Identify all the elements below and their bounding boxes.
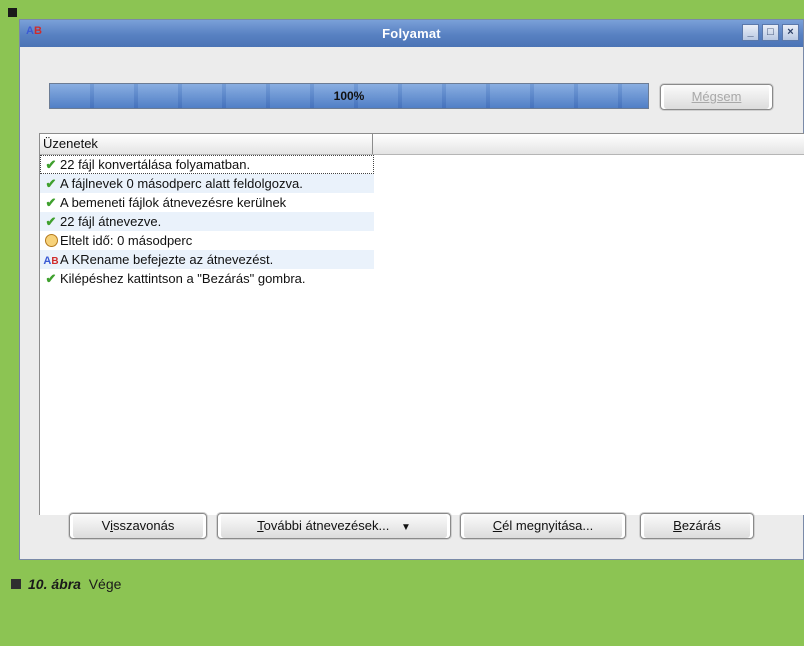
list-item-text: Eltelt idő: 0 másodperc (60, 233, 193, 248)
check-icon: ✔ (45, 271, 57, 286)
undo-label-pre: V (101, 518, 111, 533)
undo-label-post: sszavonás (112, 518, 175, 533)
list-item-text: Kilépéshez kattintson a "Bezárás" gombra… (60, 271, 306, 286)
caption-text: Vége (88, 576, 122, 592)
list-item-text: 22 fájl átnevezve. (60, 214, 162, 229)
list-item-text: A bemeneti fájlok átnevezésre kerülnek (60, 195, 287, 210)
progress-percent: 100% (333, 89, 365, 103)
list-item[interactable]: ABA KRename befejezte az átnevezést. (40, 250, 374, 269)
maximize-icon[interactable]: □ (762, 24, 779, 41)
close-label-post: ezárás (681, 518, 721, 533)
list-item-text: A KRename befejezte az átnevezést. (60, 252, 274, 267)
check-icon: ✔ (45, 157, 57, 172)
close-icon[interactable]: × (782, 24, 799, 41)
check-icon: ✔ (45, 214, 57, 229)
list-item[interactable]: ✔ 22 fájl átnevezve. (40, 212, 374, 231)
dropdown-arrow-icon: ▼ (400, 522, 411, 533)
close-label-key: B (673, 518, 682, 533)
undo-button[interactable]: Visszavonás (69, 513, 207, 539)
caption-marker (11, 579, 21, 589)
clock-icon (42, 231, 60, 252)
column-header-messages[interactable]: Üzenetek (40, 134, 373, 154)
title-bar[interactable]: AB Folyamat _ □ × (20, 20, 803, 47)
corner-marker (8, 8, 17, 17)
list-item[interactable]: ✔ A fájlnevek 0 másodperc alatt feldolgoz… (40, 174, 374, 193)
open-destination-button[interactable]: Cél megnyitása... (460, 513, 626, 539)
close-button[interactable]: Bezárás (640, 513, 754, 539)
list-item[interactable]: ✔ Kilépéshez kattintson a "Bezárás" gombr… (40, 269, 374, 288)
caption-label: 10. ábra (28, 576, 81, 592)
list-item[interactable]: ✔ 22 fájl konvertálása folyamatban. (40, 155, 374, 174)
list-item-text: A fájlnevek 0 másodperc alatt feldolgozv… (60, 176, 303, 191)
open-label-key: C (492, 518, 503, 533)
more-label-post: ovábbi átnevezések... (263, 518, 390, 533)
list-item[interactable]: ✔ A bemeneti fájlok átnevezésre kerülnek (40, 193, 374, 212)
progress-bar: 100% (49, 83, 649, 109)
check-icon: ✔ (45, 195, 57, 210)
minimize-icon[interactable]: _ (742, 24, 759, 41)
cancel-button[interactable]: Mégsem (660, 84, 773, 110)
messages-list[interactable]: Üzenetek ✔ 22 fájl konvertálása folyamatb… (39, 133, 804, 515)
open-label-post: él megnyitása... (502, 518, 594, 533)
list-item-text: 22 fájl konvertálása folyamatban. (60, 157, 251, 172)
list-header: Üzenetek (40, 134, 804, 155)
list-item[interactable]: Eltelt idő: 0 másodperc (40, 231, 374, 250)
check-icon: ✔ (45, 176, 57, 191)
window-title: Folyamat (382, 26, 441, 41)
more-renames-button[interactable]: További átnevezések... ▼ (217, 513, 451, 539)
krename-icon: AB (43, 255, 59, 267)
figure-caption: 10. ábra Vége (11, 576, 121, 592)
cancel-button-label: Mégsem (691, 89, 742, 104)
progress-dialog: AB Folyamat _ □ × 100% Mégsem Üzenetek ✔… (19, 19, 804, 560)
